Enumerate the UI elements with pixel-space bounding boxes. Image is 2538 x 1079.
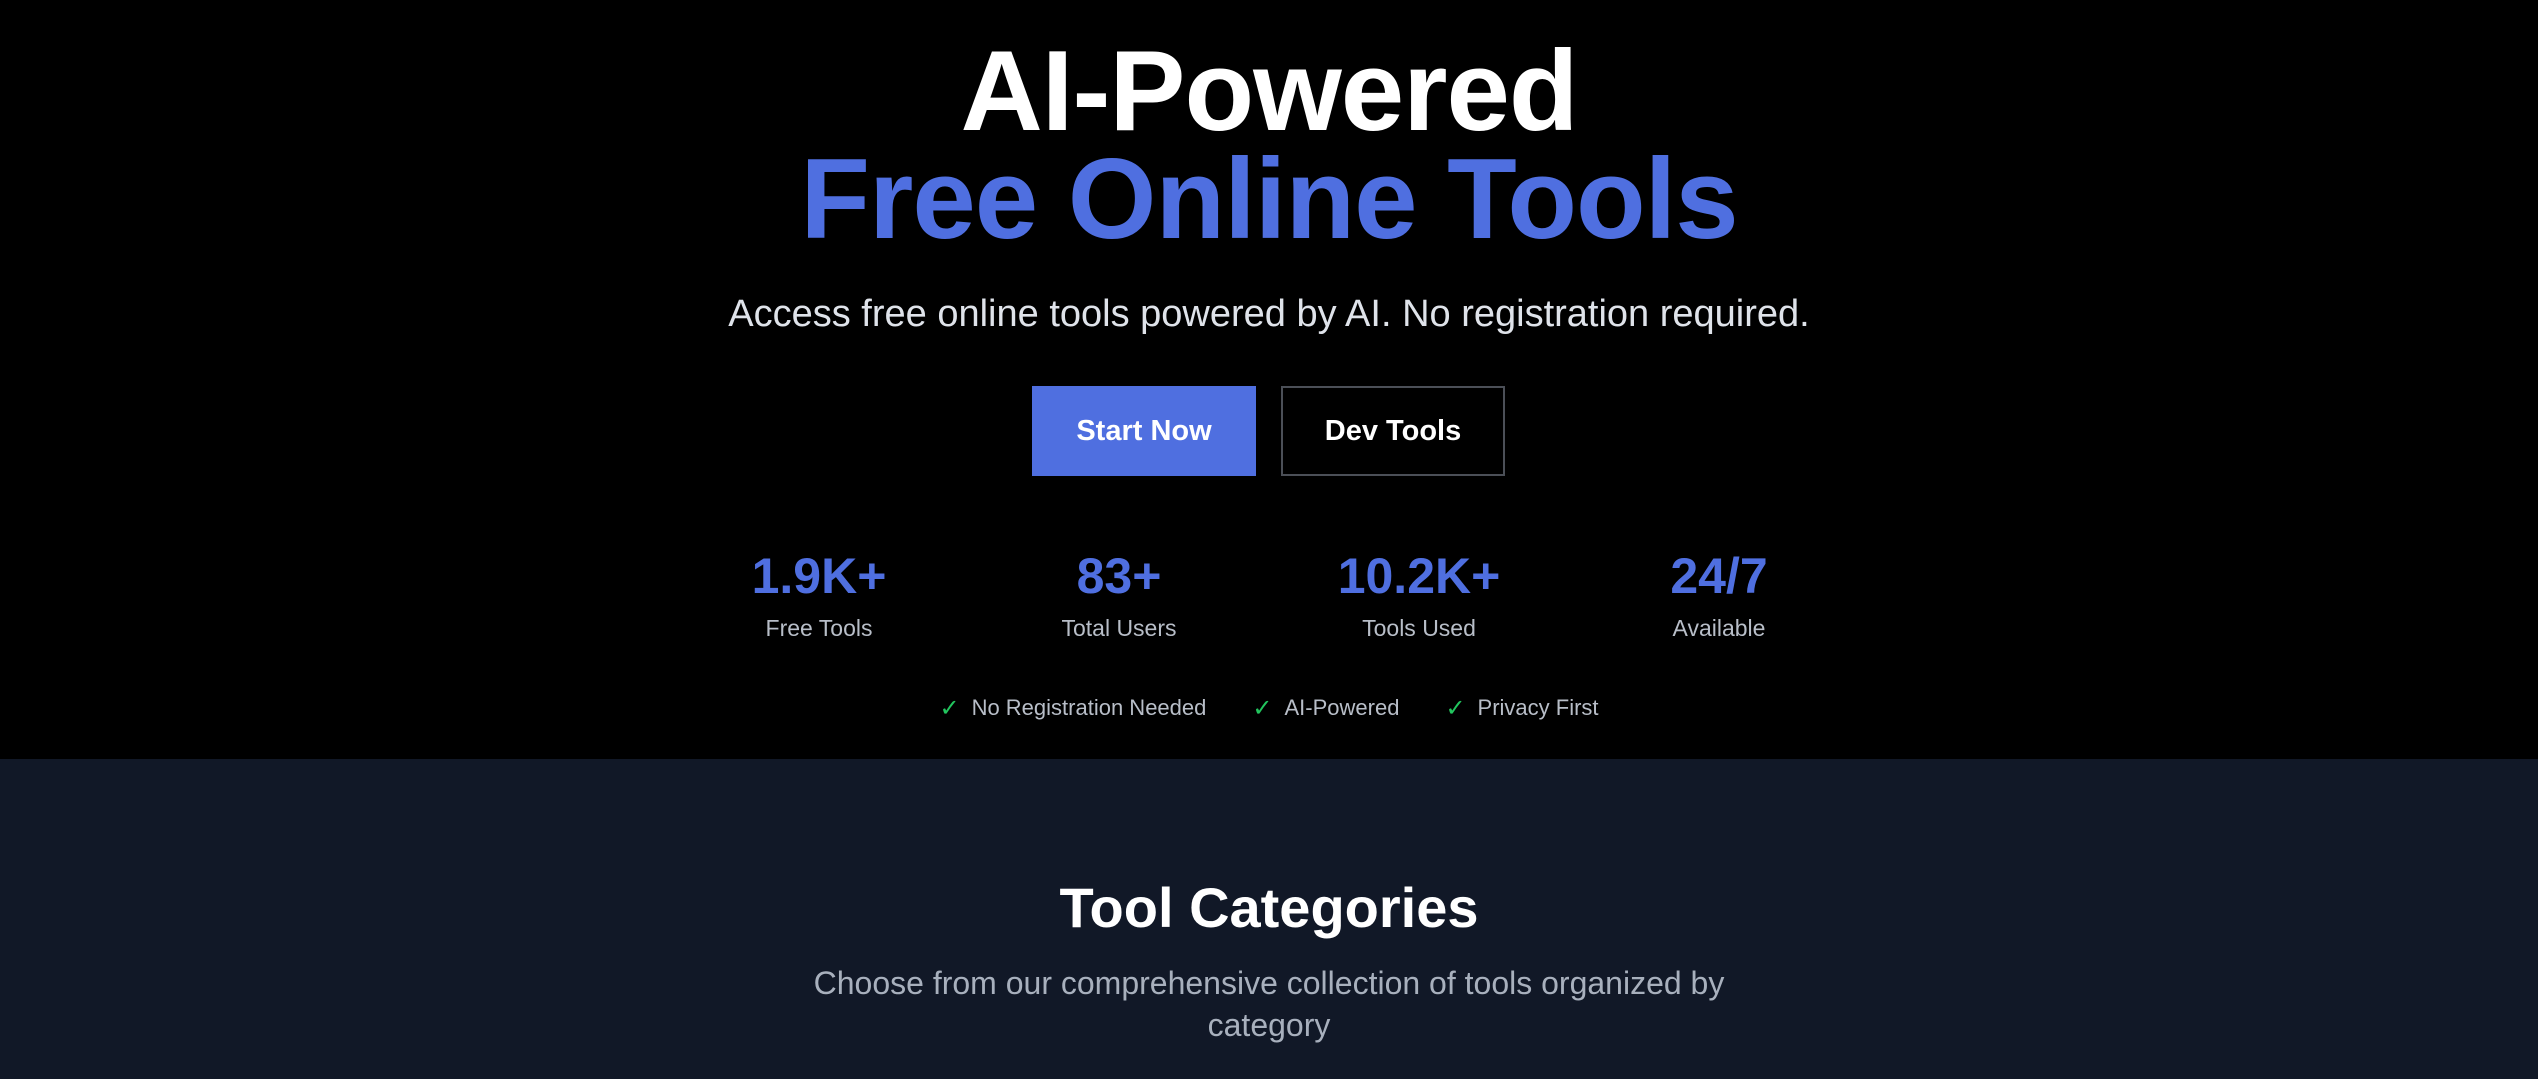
tool-categories-subtitle: Choose from our comprehensive collection… — [813, 965, 1725, 1043]
hero-title-line1: AI-Powered — [960, 28, 1578, 155]
feature-label: Privacy First — [1477, 695, 1599, 720]
feature-label: AI-Powered — [1284, 695, 1400, 720]
page: AI-Powered Free Online Tools Access free… — [0, 0, 2538, 1079]
stat-total-users: 83+ Total Users — [969, 545, 1269, 643]
stat-available: 24/7 Available — [1569, 545, 1869, 643]
dev-tools-button[interactable]: Dev Tools — [1281, 386, 1505, 476]
stat-tools-used: 10.2K+ Tools Used — [1269, 545, 1569, 643]
stat-value: 24/7 — [1670, 548, 1768, 604]
stat-label: Tools Used — [1362, 615, 1476, 641]
stat-value: 1.9K+ — [751, 548, 887, 604]
stat-free-tools: 1.9K+ Free Tools — [669, 545, 969, 643]
checkmark-icon: ✓ — [1445, 694, 1466, 722]
stat-label: Total Users — [1061, 615, 1177, 641]
start-now-button[interactable]: Start Now — [1032, 386, 1256, 476]
checkmark-icon: ✓ — [1252, 694, 1273, 722]
stat-label: Free Tools — [765, 615, 873, 641]
tool-categories-title: Tool Categories — [1059, 876, 1479, 939]
hero-section: AI-Powered Free Online Tools Access free… — [0, 0, 2538, 759]
hero-subtitle: Access free online tools powered by AI. … — [728, 293, 1810, 335]
stat-value: 10.2K+ — [1337, 548, 1501, 604]
stat-value: 83+ — [1076, 548, 1162, 604]
feature-no-registration: ✓ No Registration Needed — [939, 693, 1206, 723]
feature-ai-powered: ✓ AI-Powered — [1252, 693, 1399, 723]
feature-list: ✓ No Registration Needed ✓ AI-Powered ✓ … — [0, 693, 2538, 723]
checkmark-icon: ✓ — [939, 694, 960, 722]
hero-title-line2: Free Online Tools — [800, 136, 1738, 263]
feature-label: No Registration Needed — [971, 695, 1207, 720]
stat-label: Available — [1672, 615, 1766, 641]
feature-privacy-first: ✓ Privacy First — [1445, 693, 1598, 723]
